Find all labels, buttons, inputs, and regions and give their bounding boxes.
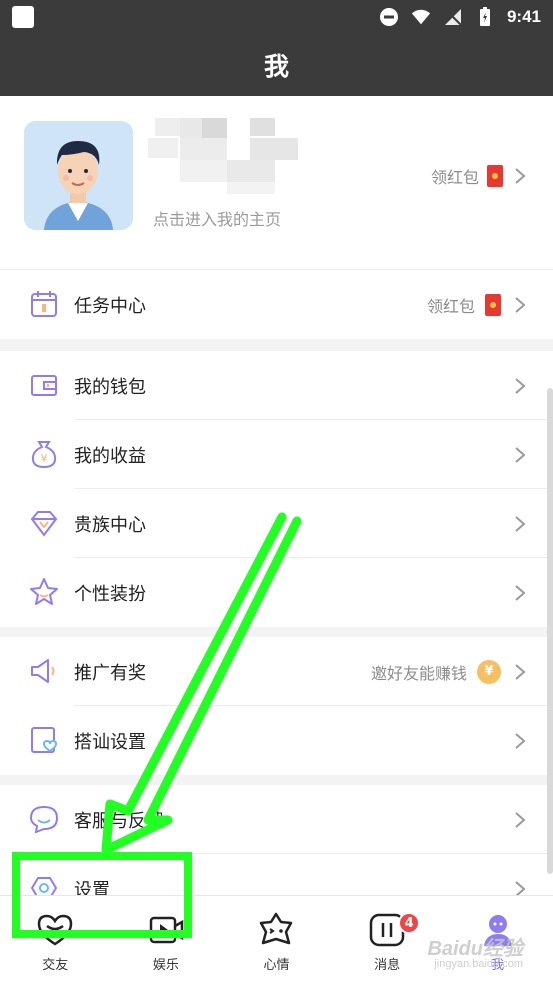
watermark: Baidu经验 (427, 938, 523, 960)
wallet-icon (28, 369, 60, 401)
avatar[interactable] (24, 121, 133, 230)
star-icon (28, 576, 60, 608)
menu-item-label: 个性装扮 (74, 583, 146, 605)
tab-label: 娱乐 (152, 958, 179, 973)
megaphone-icon (28, 655, 60, 687)
section-divider (0, 339, 553, 351)
smiley-star-icon (260, 912, 293, 945)
unread-badge: 4 (398, 912, 421, 934)
coin-icon: ¥ (477, 659, 501, 684)
section-divider (0, 775, 553, 785)
menu-item-dress-up[interactable]: 个性装扮 (0, 558, 553, 627)
tab-dating[interactable]: 交友 (0, 896, 111, 983)
menu-item-wallet[interactable]: 我的钱包 (0, 351, 553, 420)
diamond-icon (28, 507, 60, 539)
video-play-icon (149, 916, 184, 944)
watermark-url: jingyan.baidu.com (434, 958, 523, 970)
menu-item-noble-center[interactable]: 贵族中心 (0, 489, 553, 558)
tab-label: 交友 (42, 958, 69, 973)
menu-item-support[interactable]: 客服与反馈 (0, 785, 553, 854)
section-divider (0, 627, 553, 637)
money-bag-icon: ¥ (28, 438, 60, 470)
scrollbar[interactable] (547, 388, 553, 874)
tab-messages[interactable]: 4 消息 (332, 896, 443, 983)
wifi-icon (411, 7, 431, 27)
red-envelope-icon (485, 293, 501, 316)
menu-item-promotion[interactable]: 推广有奖 邀好友能赚钱 ¥ (0, 637, 553, 706)
menu-item-label: 贵族中心 (74, 514, 146, 536)
chevron-right-icon (511, 167, 529, 185)
chevron-right-icon (511, 296, 529, 314)
clock: 9:41 (506, 7, 541, 26)
notification-icon (12, 6, 34, 28)
menu-item-label: 我的钱包 (74, 376, 146, 398)
chevron-right-icon (511, 663, 529, 681)
menu-item-label: 搭讪设置 (74, 731, 146, 753)
chevron-right-icon (511, 446, 529, 464)
title-bar: 我 (0, 34, 553, 96)
chat-heart-icon (28, 724, 60, 756)
menu-item-label: 推广有奖 (74, 662, 146, 684)
menu-item-label: 客服与反馈 (74, 810, 164, 832)
chevron-right-icon (511, 377, 529, 395)
tab-mood[interactable]: 心情 (221, 896, 332, 983)
profile-subtitle: 点击进入我的主页 (153, 210, 282, 229)
task-reward-label: 领红包 (426, 296, 475, 316)
tab-label: 消息 (374, 958, 401, 973)
calendar-icon (28, 288, 60, 320)
profile-reward-link[interactable]: 领红包 (431, 164, 529, 188)
chevron-right-icon (511, 584, 529, 602)
reward-label: 领红包 (430, 168, 479, 187)
heart-icon (38, 914, 73, 946)
tab-label: 心情 (263, 958, 290, 973)
speech-bubble-icon (28, 803, 60, 835)
no-signal-icon (443, 7, 463, 27)
menu-item-chat-settings[interactable]: 搭讪设置 (0, 706, 553, 775)
battery-icon (475, 7, 495, 27)
chevron-right-icon (511, 515, 529, 533)
chevron-right-icon (511, 811, 529, 829)
status-bar: 9:41 (0, 0, 553, 34)
do-not-disturb-icon (379, 7, 399, 27)
profile-card[interactable]: 点击进入我的主页 领红包 (0, 96, 553, 270)
page-title: 我 (263, 52, 289, 81)
menu-item-task-center[interactable]: 任务中心 领红包 (0, 270, 553, 339)
chevron-right-icon (511, 732, 529, 750)
svg-text:¥: ¥ (41, 452, 48, 465)
menu-item-earnings[interactable]: ¥ 我的收益 (0, 420, 553, 489)
tab-entertainment[interactable]: 娱乐 (111, 896, 222, 983)
menu-item-label: 我的收益 (74, 445, 146, 467)
red-envelope-icon (487, 165, 503, 187)
menu-item-label: 任务中心 (74, 295, 146, 317)
promotion-hint: 邀好友能赚钱 (370, 663, 467, 683)
